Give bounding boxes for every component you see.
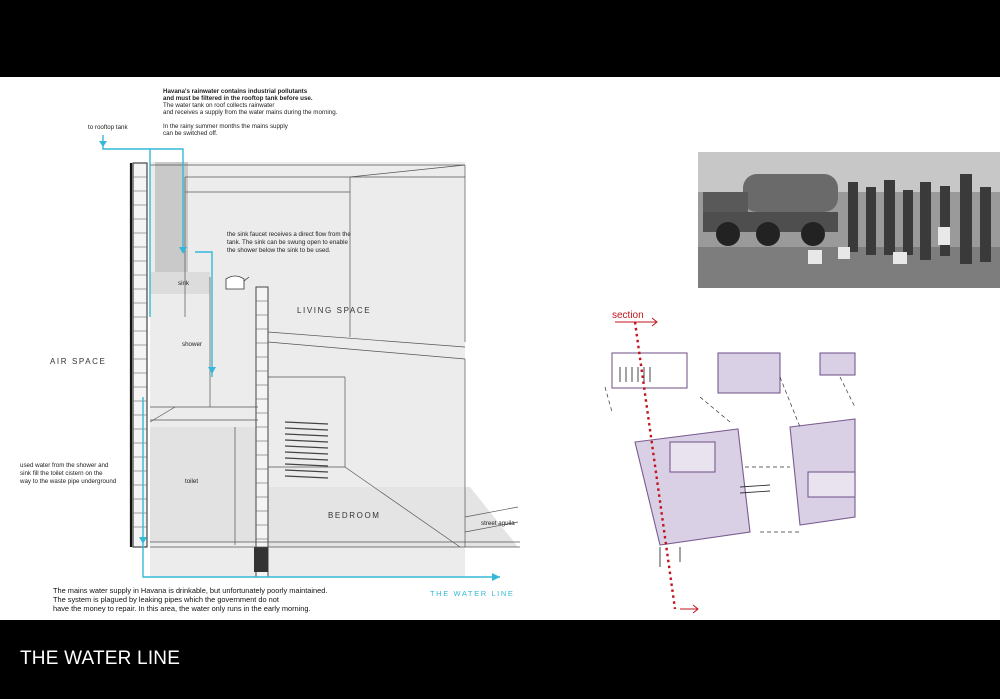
faucet-note-line2: tank. The sink can be swung open to enab…: [227, 239, 348, 246]
water-truck-photo: [698, 152, 1000, 288]
toilet-label: toilet: [185, 478, 199, 485]
bedroom-floor: [265, 487, 518, 547]
section-label: section: [612, 310, 644, 321]
mains-note-line1: The mains water supply in Havana is drin…: [53, 586, 328, 595]
used-water-note-line3: way to the waste pipe underground: [20, 478, 117, 485]
water-line-label: THE WATER LINE: [430, 589, 515, 598]
left-brick-wall: [132, 162, 148, 548]
street-label: street aguila: [481, 520, 515, 527]
rooftop-tank-label: to rooftop tank: [88, 124, 128, 131]
faucet-note-line3: the shower below the sink to be used.: [227, 247, 331, 254]
wall-base-dark: [254, 547, 268, 572]
shower-label: shower: [182, 341, 202, 348]
air-space-label: AIR SPACE: [50, 357, 107, 366]
bedroom-label: BEDROOM: [328, 511, 381, 520]
living-space-label: LIVING SPACE: [297, 306, 372, 315]
used-water-note-line2: sink fill the toilet cistern on the: [20, 470, 103, 477]
page-title: THE WATER LINE: [20, 648, 181, 669]
floor-plan: [611, 352, 856, 546]
tank-note-line2: and receives a supply from the water mai…: [163, 109, 338, 116]
top-black-bar: [0, 0, 1000, 77]
mains-note-line3: have the money to repair. In this area, …: [53, 604, 311, 613]
faucet-note-line1: the sink faucet receives a direct flow f…: [227, 231, 351, 238]
used-water-note-line1: used water from the shower and: [20, 462, 109, 469]
summer-note-line2: can be switched off.: [163, 130, 218, 137]
sink-label: sink: [178, 280, 190, 287]
mains-note-line2: The system is plagued by leaking pipes w…: [53, 595, 279, 604]
toilet-room-shading: [150, 427, 260, 542]
drawing-sheet: Havana's rainwater contains industrial p…: [0, 77, 1000, 620]
